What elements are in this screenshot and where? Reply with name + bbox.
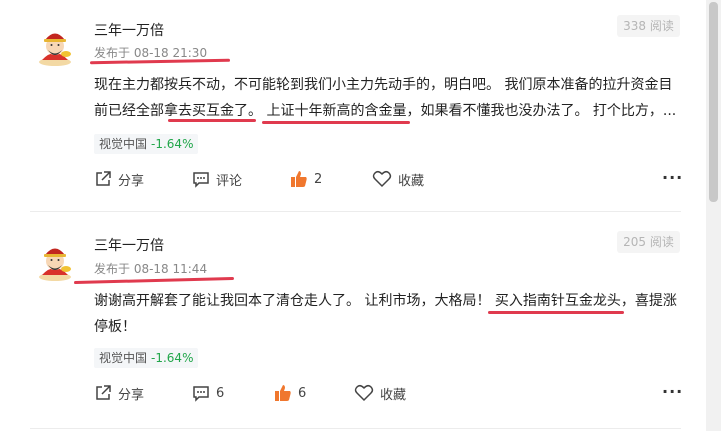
comment-icon xyxy=(193,386,209,402)
post-card: 三年一万倍 发布于 08-18 21:30 338 阅读 现在主力都按兵不动，不… xyxy=(0,0,700,212)
share-label: 分享 xyxy=(118,173,145,189)
more-icon[interactable]: ··· xyxy=(662,168,683,187)
divider xyxy=(30,211,681,212)
post-content-line: 停板！ xyxy=(94,319,136,335)
author-name[interactable]: 三年一万倍 xyxy=(94,235,164,255)
like-button[interactable]: 2 xyxy=(290,168,322,190)
like-icon xyxy=(275,385,291,401)
stock-tag-change: -1.64% xyxy=(151,351,194,365)
post-actions: 分享 评论 2 收藏 xyxy=(94,168,684,190)
post-content[interactable]: 谢谢高开解套了能让我回本了清仓走人了。 让利市场，大格局！ 买入指南针互金龙头，… xyxy=(94,288,679,340)
collect-button[interactable]: 收藏 xyxy=(354,382,406,404)
share-label: 分享 xyxy=(118,387,145,403)
collect-label: 收藏 xyxy=(380,387,407,403)
post-time: 发布于 08-18 21:30 xyxy=(94,46,208,60)
like-count: 6 xyxy=(298,385,307,401)
share-button[interactable]: 分享 xyxy=(94,382,144,404)
comment-count: 6 xyxy=(216,385,225,401)
scrollbar-thumb[interactable] xyxy=(709,2,718,202)
post-content[interactable]: 现在主力都按兵不动，不可能轮到我们小主力先动手的，明白吧。 我们原本准备的拉升资… xyxy=(94,72,679,124)
author-name[interactable]: 三年一万倍 xyxy=(94,20,164,40)
post-content-line: 现在主力都按兵不动，不可能轮到我们小主力先动手的，明白吧。 我们原本准备的拉升资… xyxy=(94,77,673,93)
share-button[interactable]: 分享 xyxy=(94,168,144,190)
comment-icon xyxy=(193,172,209,188)
comment-button[interactable]: 6 xyxy=(192,382,224,404)
post-card: 三年一万倍 发布于 08-18 11:44 205 阅读 谢谢高开解套了能让我回… xyxy=(0,213,700,428)
collect-button[interactable]: 收藏 xyxy=(372,168,424,190)
annotation-underline xyxy=(488,311,624,314)
share-icon xyxy=(96,385,111,400)
collect-label: 收藏 xyxy=(398,173,425,189)
annotation-underline xyxy=(262,121,410,124)
stock-tag-name: 视觉中国 xyxy=(99,351,148,365)
read-count-badge: 338 阅读 xyxy=(617,15,680,37)
stock-tag-change: -1.64% xyxy=(151,137,194,151)
post-time: 发布于 08-18 11:44 xyxy=(94,262,208,276)
like-button[interactable]: 6 xyxy=(274,382,306,404)
share-icon xyxy=(96,171,111,186)
annotation-underline xyxy=(73,276,235,285)
annotation-underline xyxy=(168,119,256,122)
divider xyxy=(30,428,681,429)
more-icon[interactable]: ··· xyxy=(662,382,683,401)
stock-tag-name: 视觉中国 xyxy=(99,137,148,151)
scrollbar[interactable] xyxy=(706,0,721,431)
read-count-badge: 205 阅读 xyxy=(617,231,680,253)
like-icon xyxy=(291,171,307,187)
stock-tag[interactable]: 视觉中国 -1.64% xyxy=(94,134,199,154)
like-count: 2 xyxy=(314,171,323,187)
collect-icon xyxy=(372,170,392,188)
stock-tag[interactable]: 视觉中国 -1.64% xyxy=(94,348,199,368)
post-actions: 分享 6 6 收藏 xyxy=(94,382,684,404)
avatar[interactable] xyxy=(36,24,74,66)
collect-icon xyxy=(354,384,374,402)
avatar[interactable] xyxy=(36,239,74,281)
comment-label: 评论 xyxy=(216,173,243,189)
comment-button[interactable]: 评论 xyxy=(192,168,242,190)
